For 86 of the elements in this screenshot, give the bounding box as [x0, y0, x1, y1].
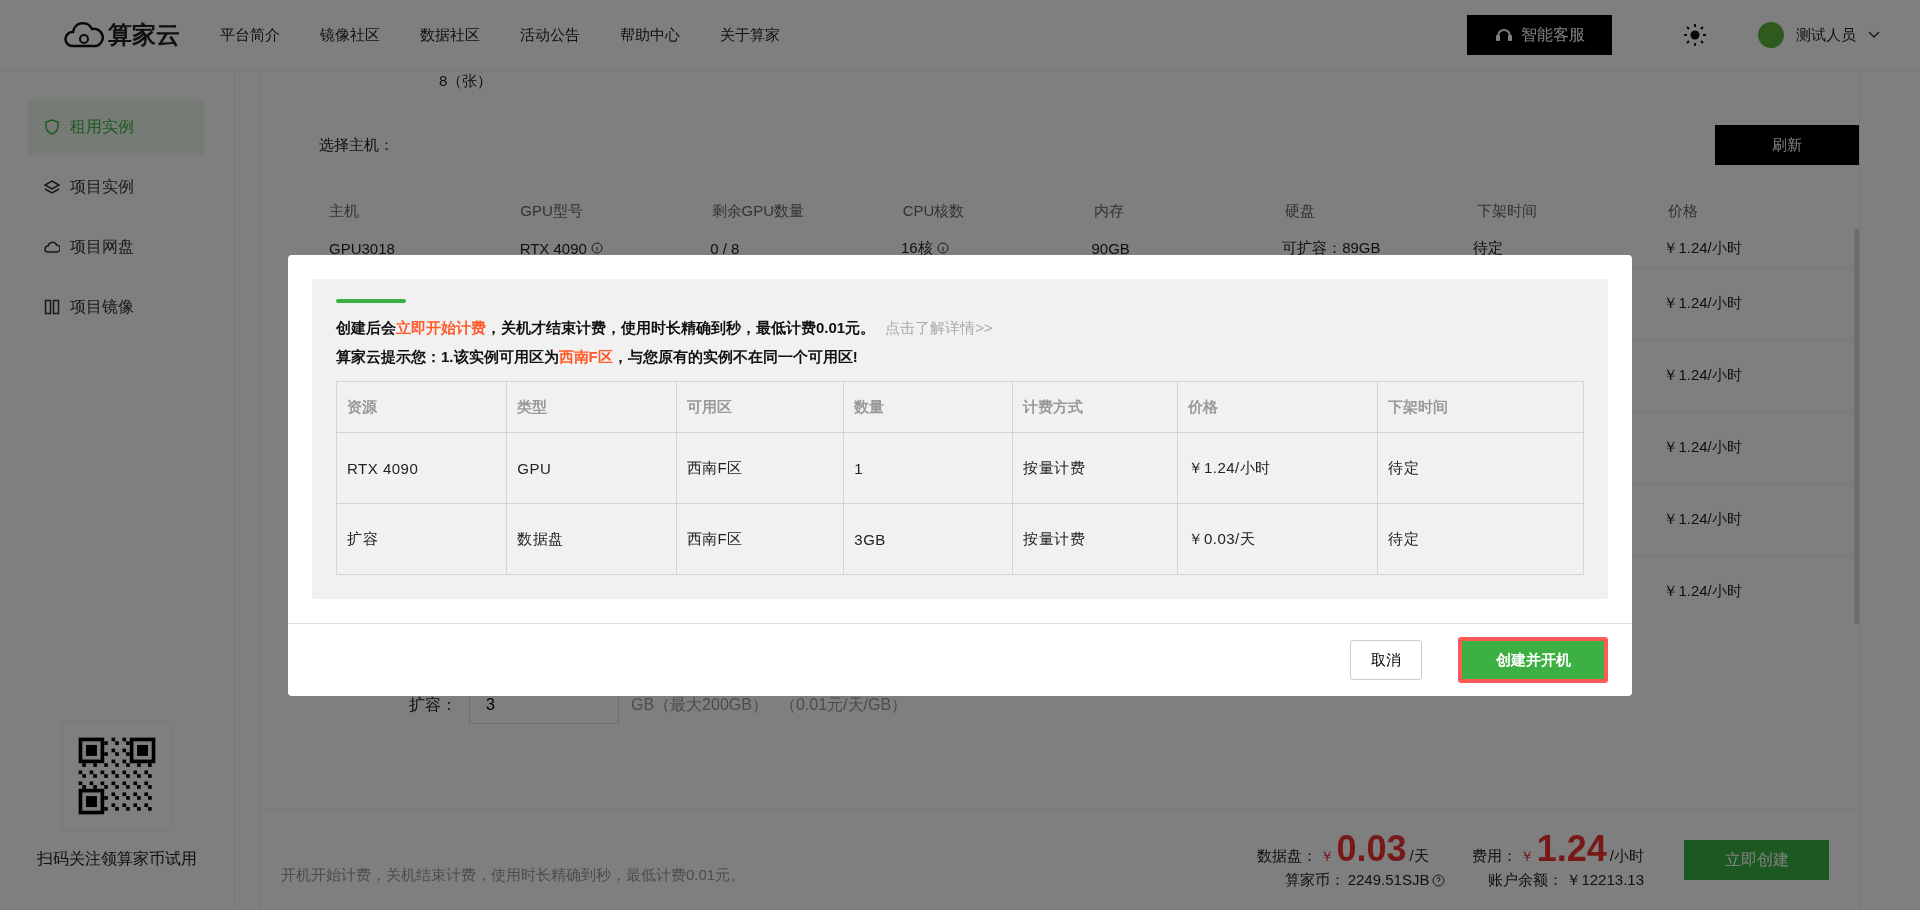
balance-value: ￥12213.13	[1566, 870, 1644, 890]
nav-link[interactable]: 帮助中心	[620, 25, 680, 45]
fee-label: 费用：	[1471, 846, 1517, 866]
currency-sign: ￥	[1319, 847, 1334, 866]
cloud-logo-icon	[64, 20, 104, 50]
column-header: 数量	[843, 381, 1013, 433]
table-cell: GPU	[506, 432, 677, 504]
table-cell: 按量计费	[1012, 432, 1178, 504]
coin-value: 2249.51SJB	[1347, 870, 1430, 888]
fee-unit: /小时	[1609, 846, 1644, 866]
table-cell: 待定	[1472, 238, 1503, 258]
table-cell: 待定	[1377, 432, 1584, 504]
logo-text: 算家云	[108, 20, 180, 50]
refresh-button[interactable]: 刷新	[1715, 125, 1859, 165]
table-cell: 16核	[900, 238, 933, 258]
service-button[interactable]: 智能客服	[1467, 15, 1612, 55]
confirm-button[interactable]: 创建并开机	[1458, 637, 1608, 683]
zone-warning: 算家云提示您：1.该实例可用区为西南F区，与您原有的实例不在同一个可用区!	[336, 348, 859, 367]
table-cell: 可扩容：89GB	[1282, 238, 1381, 258]
cloud-icon	[44, 239, 60, 255]
table-cell: 0 / 8	[710, 239, 740, 257]
nav-link[interactable]: 镜像社区	[320, 25, 380, 45]
grid-icon	[44, 299, 60, 315]
table-cell: 1	[843, 432, 1013, 504]
table-cell: ￥1.24/小时	[1663, 582, 1742, 601]
nav-link[interactable]: 平台简介	[220, 25, 280, 45]
column-header: 剩余GPU数量	[711, 201, 805, 221]
shield-icon	[44, 119, 60, 135]
coin-label: 算家币：	[1284, 870, 1345, 890]
help-icon[interactable]	[1432, 873, 1446, 887]
column-header: 价格	[1177, 381, 1378, 433]
column-header: 硬盘	[1285, 201, 1317, 221]
table-cell: GPU3018	[329, 239, 395, 257]
column-header: 资源	[336, 381, 507, 433]
info-icon	[936, 242, 949, 254]
sun-icon[interactable]	[1684, 24, 1706, 46]
currency-sign: ￥	[1519, 847, 1534, 866]
balance-label: 账户余额：	[1488, 870, 1564, 890]
table-cell: ￥0.03/天	[1177, 503, 1378, 575]
sidebar-item[interactable]: 项目实例	[28, 159, 204, 215]
table-cell: 数据盘	[506, 503, 677, 575]
fee-price: 1.24	[1536, 830, 1607, 867]
table-cell: ￥1.24/小时	[1663, 438, 1742, 457]
table-cell: ￥1.24/小时	[1663, 294, 1742, 313]
nav-link[interactable]: 活动公告	[520, 25, 580, 45]
table-cell: ￥1.24/小时	[1663, 510, 1742, 529]
layers-icon	[44, 179, 60, 195]
table-cell: 西南F区	[676, 432, 844, 504]
disk-price: 0.03	[1336, 830, 1407, 867]
table-cell: RTX 4090	[519, 239, 587, 257]
caret-icon[interactable]	[1868, 31, 1880, 39]
nav-link[interactable]: 数据社区	[420, 25, 480, 45]
qr-caption: 扫码关注领算家币试用	[37, 849, 197, 869]
info-icon	[590, 242, 603, 254]
user-name[interactable]: 测试人员	[1796, 25, 1856, 45]
disk-label: 数据盘：	[1256, 846, 1317, 866]
gpu-count-text: 8（张）	[439, 71, 494, 91]
column-header: 计费方式	[1012, 381, 1178, 433]
column-header: 价格	[1667, 201, 1699, 221]
nav-link[interactable]: 关于算家	[720, 25, 780, 45]
column-header: 类型	[506, 381, 677, 433]
table-cell: ￥1.24/小时	[1663, 238, 1742, 258]
column-header: 内存	[1094, 201, 1125, 221]
column-header: 主机	[329, 201, 360, 221]
expand-label: 扩容：	[409, 694, 457, 715]
column-header: GPU型号	[520, 201, 584, 221]
table-cell: ￥1.24/小时	[1177, 432, 1378, 504]
table-cell: ￥1.24/小时	[1663, 366, 1742, 385]
column-header: 可用区	[676, 381, 844, 433]
table-cell: 待定	[1377, 503, 1584, 575]
table-cell: 3GB	[843, 503, 1013, 575]
column-header: CPU核数	[902, 201, 966, 221]
table-cell: 西南F区	[676, 503, 844, 575]
table-cell: 90GB	[1091, 239, 1130, 257]
host-label: 选择主机：	[319, 135, 394, 155]
sidebar-item[interactable]: 项目镜像	[28, 279, 204, 335]
cancel-button[interactable]: 取消	[1350, 640, 1422, 680]
column-header: 下架时间	[1476, 201, 1538, 221]
column-header: 下架时间	[1377, 381, 1584, 433]
table-cell: 按量计费	[1012, 503, 1178, 575]
billing-warning: 创建后会立即开始计费，关机才结束计费，使用时长精确到秒，最低计费0.01元。	[336, 319, 876, 338]
disk-unit: /天	[1409, 846, 1429, 866]
sidebar-item[interactable]: 项目网盘	[28, 219, 204, 275]
table-cell: 扩容	[336, 503, 507, 575]
headset-icon	[1494, 27, 1513, 43]
table-cell: RTX 4090	[336, 432, 507, 504]
